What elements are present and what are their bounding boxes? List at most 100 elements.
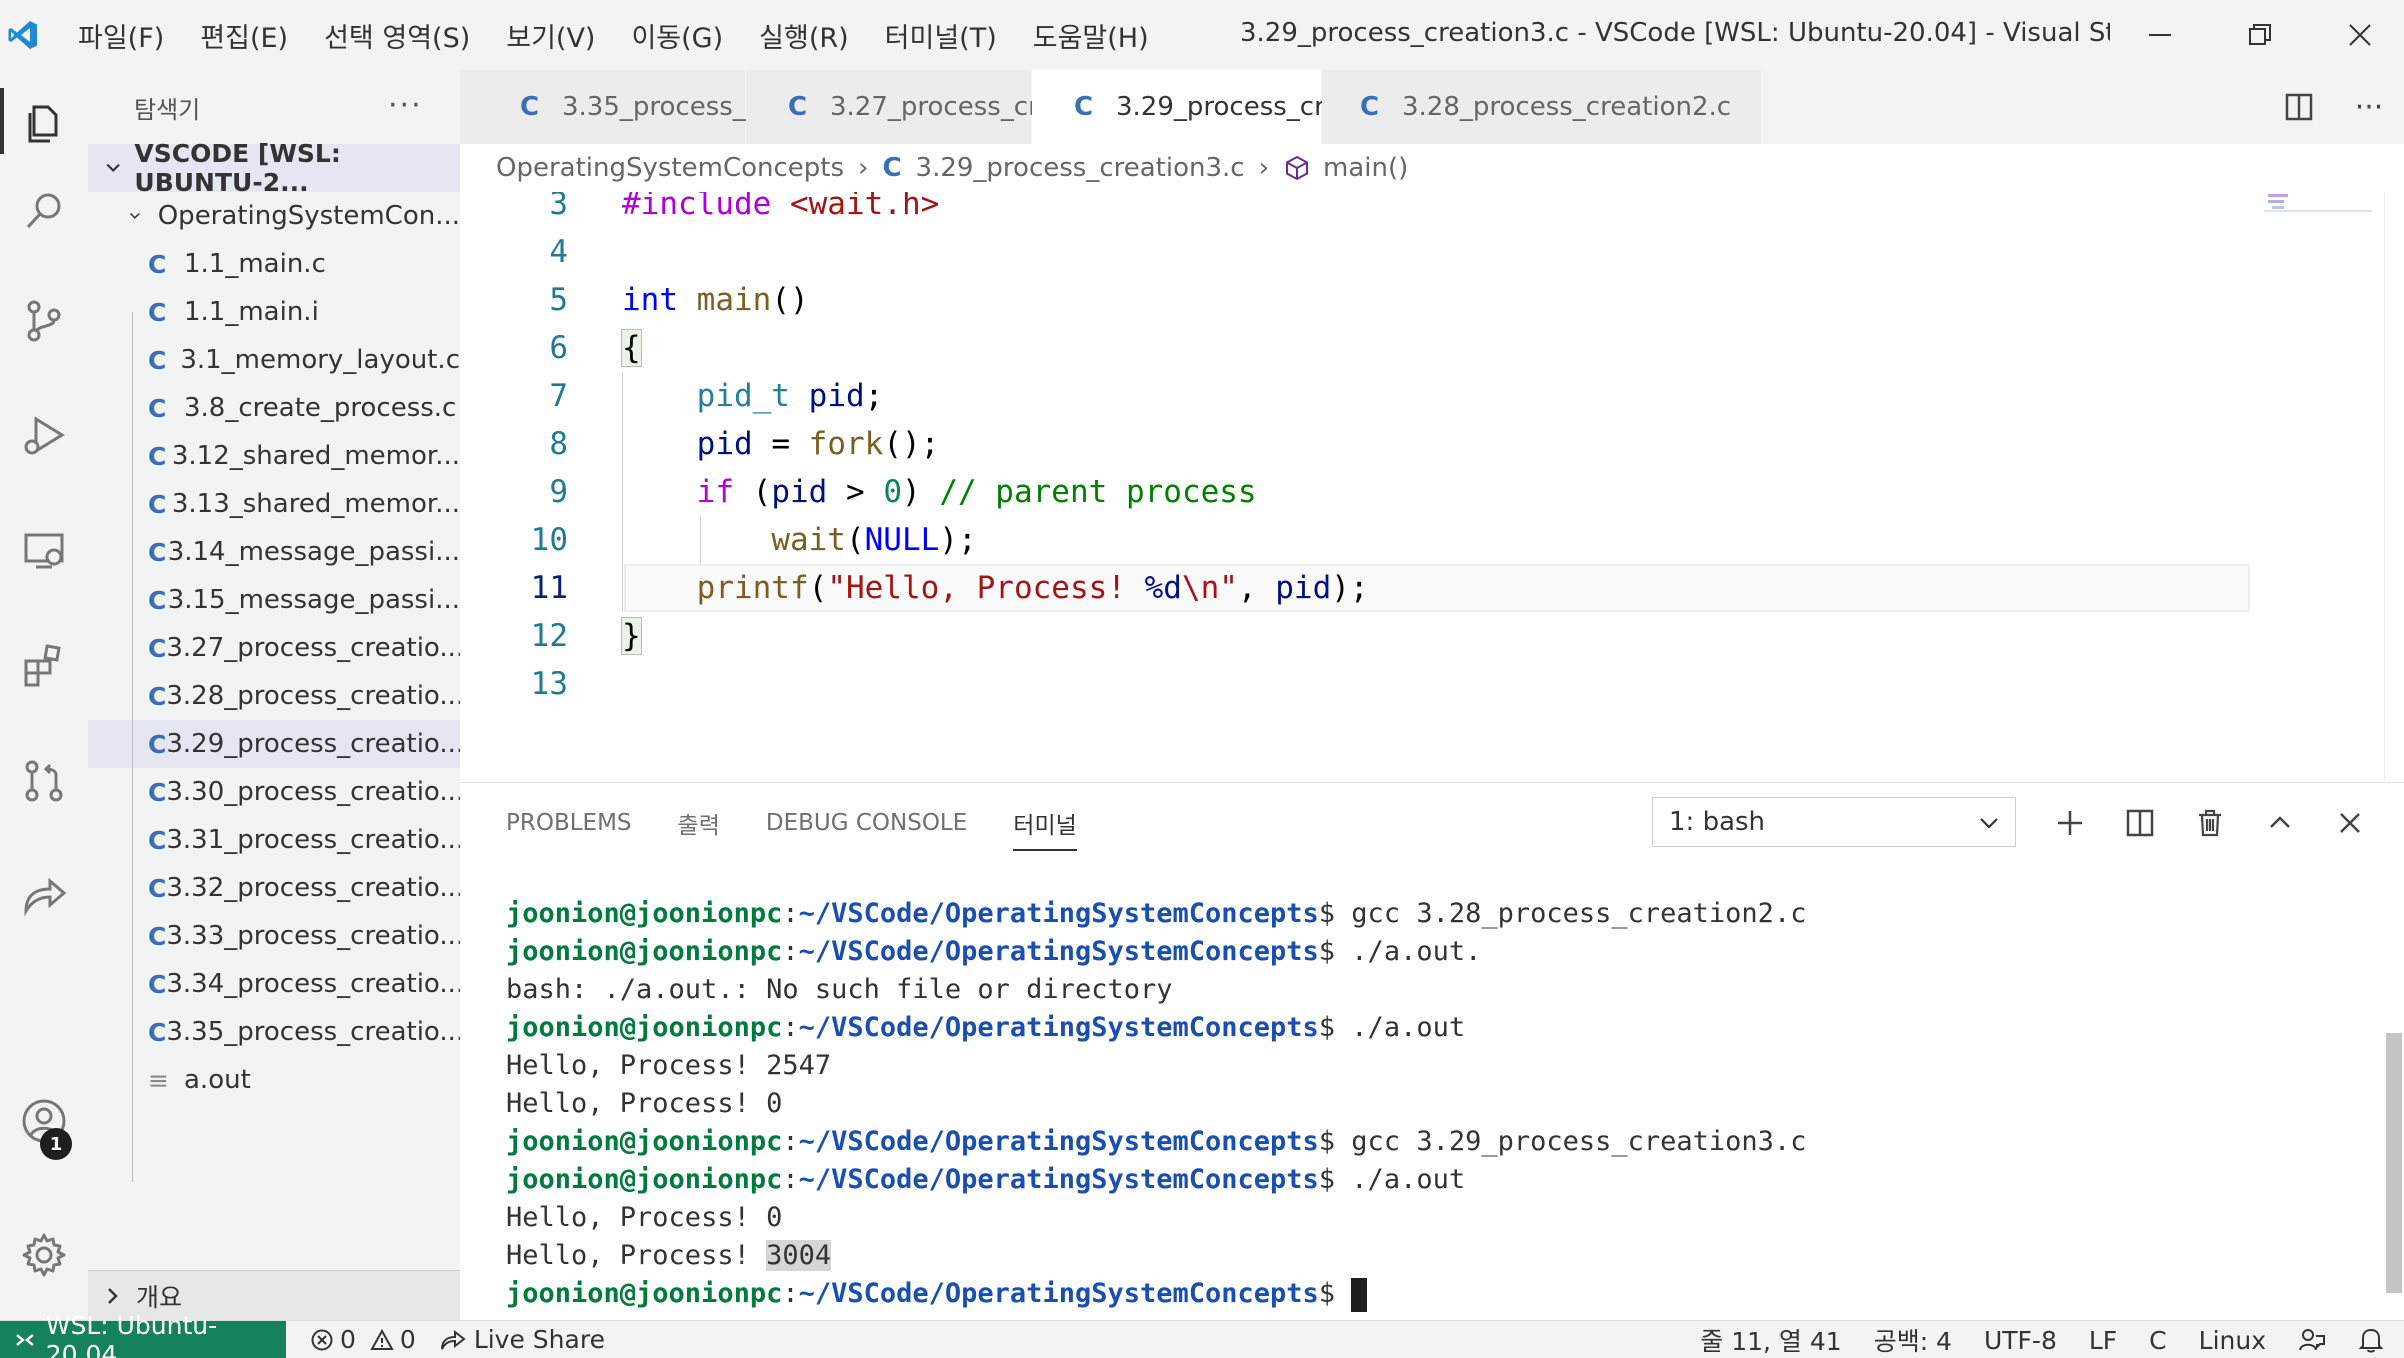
file-item[interactable]: C 3.35_process_creatio... (88, 1008, 460, 1056)
file-item[interactable]: C 3.1_memory_layout.c (88, 336, 460, 384)
accounts-button[interactable]: 1 (0, 1076, 88, 1166)
tab-terminal[interactable]: 터미널 (1013, 783, 1078, 863)
panel-tabs: PROBLEMS 출력 DEBUG CONSOLE 터미널 (460, 783, 2404, 863)
file-item[interactable]: C 1.1_main.c (88, 240, 460, 288)
file-item[interactable]: C 3.34_process_creatio... (88, 960, 460, 1008)
c-file-icon: C (148, 489, 167, 519)
menu-view[interactable]: 보기(V) (506, 16, 595, 55)
terminal-output[interactable]: joonion@joonionpc:~/VSCode/OperatingSyst… (506, 895, 2356, 1313)
remote-indicator[interactable]: WSL: Ubuntu-20.04 (0, 1311, 286, 1358)
split-terminal-button[interactable] (2114, 797, 2166, 849)
extensions-button[interactable] (0, 620, 88, 710)
maximize-panel-button[interactable] (2254, 797, 2306, 849)
prompt-user: joonion@joonionpc (506, 1126, 783, 1157)
more-editor-actions-button[interactable]: ··· (2334, 90, 2404, 125)
chevron-right-icon: › (1258, 153, 1269, 183)
live-share-button[interactable] (0, 850, 88, 940)
c-file-icon: C (1360, 92, 1380, 122)
output-text: Hello, Process! 2547 (506, 1050, 832, 1081)
source-control-button[interactable] (0, 276, 88, 366)
file-item[interactable]: C 3.33_process_creatio... (88, 912, 460, 960)
restore-button[interactable] (2210, 0, 2310, 70)
encoding[interactable]: UTF-8 (1984, 1326, 2057, 1355)
editor-scrollbar[interactable] (2384, 192, 2404, 782)
chevron-right-icon (108, 1287, 118, 1304)
file-item[interactable]: C 3.8_create_process.c (88, 384, 460, 432)
breadcrumb-symbol[interactable]: main() (1323, 153, 1408, 183)
file-label: 3.28_process_creatio... (166, 681, 460, 711)
explorer-button[interactable] (0, 76, 88, 166)
new-terminal-button[interactable] (2044, 797, 2096, 849)
menu-file[interactable]: 파일(F) (78, 16, 164, 55)
tab-output[interactable]: 출력 (678, 783, 720, 863)
notifications-button[interactable] (2358, 1326, 2384, 1354)
code-editor[interactable]: 3 #include <wait.h> 4 5 int main() 6{ 7 pi… (460, 192, 2404, 782)
code-line: 6{ (460, 324, 2404, 372)
end-of-line[interactable]: LF (2089, 1326, 2117, 1355)
close-window-button[interactable] (2310, 0, 2404, 70)
workspace-root[interactable]: VSCODE [WSL: UBUNTU-2... (88, 139, 460, 197)
remote-explorer-button[interactable] (0, 506, 88, 596)
line-number: 7 (549, 378, 568, 414)
menu-help[interactable]: 도움말(H) (1033, 16, 1149, 55)
live-share-status[interactable]: Live Share (440, 1325, 605, 1354)
prompt-path: ~/VSCode/OperatingSystemConcepts (798, 1278, 1319, 1309)
tab-debug-console[interactable]: DEBUG CONSOLE (766, 783, 967, 863)
line-number: 11 (530, 570, 568, 606)
tab-3-29[interactable]: C 3.29_process_creation3.c ✕ (1032, 70, 1485, 144)
file-item[interactable]: ≡ a.out (88, 1056, 460, 1104)
file-item[interactable]: C 3.27_process_creatio... (88, 624, 460, 672)
more-actions-button[interactable]: ··· (388, 88, 423, 123)
prompt-path: ~/VSCode/OperatingSystemConcepts (798, 936, 1319, 967)
problems-indicator[interactable]: 0 0 (310, 1325, 416, 1354)
folder-row[interactable]: OperatingSystemCon... (88, 192, 460, 240)
feedback-icon (2299, 1329, 2325, 1351)
breadcrumb-folder[interactable]: OperatingSystemConcepts (496, 153, 844, 183)
pull-requests-button[interactable] (0, 736, 88, 826)
kill-terminal-button[interactable] (2184, 797, 2236, 849)
file-item[interactable]: C 3.12_shared_memor... (88, 432, 460, 480)
settings-button[interactable] (0, 1210, 88, 1300)
menu-edit[interactable]: 편집(E) (200, 16, 288, 55)
file-item[interactable]: C 3.29_process_creatio... (88, 720, 460, 768)
breadcrumb-file[interactable]: 3.29_process_creation3.c (916, 153, 1245, 183)
terminal-scrollbar[interactable] (2386, 1033, 2402, 1293)
search-button[interactable] (0, 166, 88, 256)
menu-terminal[interactable]: 터미널(T) (885, 16, 997, 55)
file-item[interactable]: C 3.15_message_passi... (88, 576, 460, 624)
menu-go[interactable]: 이동(G) (631, 16, 723, 55)
command-text: gcc 3.29_process_creation3.c (1335, 1126, 1807, 1157)
c-file-icon: C (148, 345, 167, 375)
file-label: 3.29_process_creatio... (166, 729, 460, 759)
os-indicator[interactable]: Linux (2199, 1326, 2266, 1355)
cursor-position[interactable]: 줄 11, 열 41 (1700, 1322, 1841, 1358)
terminal-select[interactable]: 1: bash (1652, 797, 2016, 847)
menu-run[interactable]: 실행(R) (759, 16, 849, 55)
file-item[interactable]: C 3.14_message_passi... (88, 528, 460, 576)
tab-problems[interactable]: PROBLEMS (506, 783, 632, 863)
code-line: 3 #include <wait.h> (460, 192, 2404, 228)
file-item[interactable]: C 1.1_main.i (88, 288, 460, 336)
minimap[interactable] (2264, 192, 2374, 232)
split-editor-button[interactable] (2264, 92, 2334, 122)
menu-selection[interactable]: 선택 영역(S) (324, 16, 470, 55)
minimize-button[interactable] (2110, 0, 2210, 70)
file-label: 3.34_process_creatio... (166, 969, 460, 999)
feedback-button[interactable] (2298, 1326, 2326, 1354)
command-text: ./a.out (1335, 1012, 1466, 1043)
file-item[interactable]: C 3.30_process_creatio... (88, 768, 460, 816)
tab-3-35[interactable]: C 3.35_process_creation9.c (460, 70, 891, 144)
tab-3-28[interactable]: C 3.28_process_creation2.c (1322, 70, 1762, 144)
file-item[interactable]: C 3.32_process_creatio... (88, 864, 460, 912)
indentation[interactable]: 공백: 4 (1874, 1322, 1952, 1358)
file-item[interactable]: C 3.13_shared_memor... (88, 480, 460, 528)
language-mode[interactable]: C (2149, 1326, 2166, 1355)
prompt-dollar: $ (1318, 1164, 1336, 1195)
run-debug-button[interactable] (0, 390, 88, 480)
tab-3-27[interactable]: C 3.27_process_creation1.c (746, 70, 1159, 144)
prompt-user: joonion@joonionpc (506, 898, 783, 929)
file-item[interactable]: C 3.31_process_creatio... (88, 816, 460, 864)
file-item[interactable]: C 3.28_process_creatio... (88, 672, 460, 720)
close-panel-button[interactable] (2324, 797, 2376, 849)
command-text (1335, 1278, 1351, 1309)
